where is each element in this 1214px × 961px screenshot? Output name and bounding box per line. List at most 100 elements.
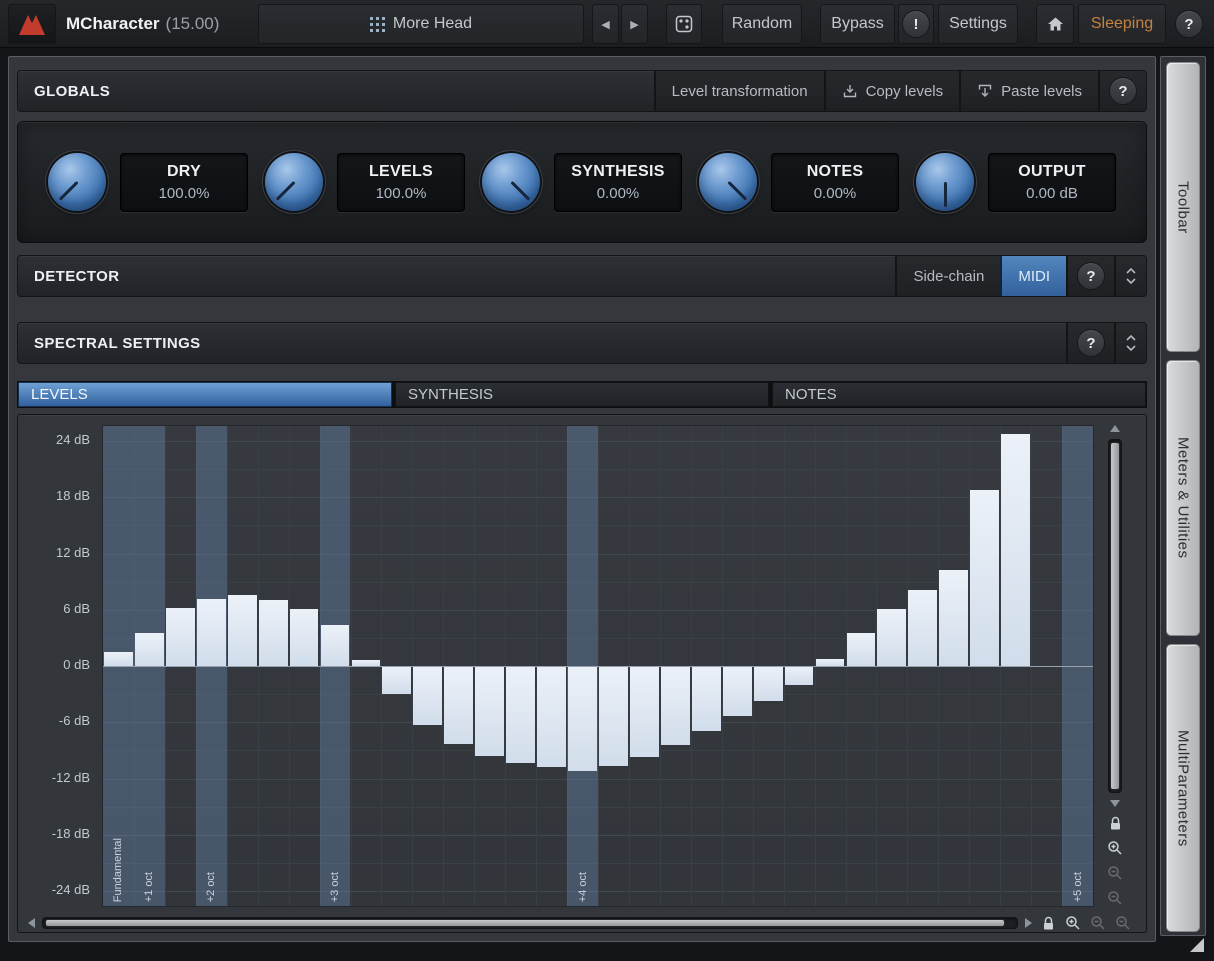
harmonic-bar[interactable] xyxy=(413,666,442,725)
harmonic-bar[interactable] xyxy=(939,570,968,666)
horizontal-zoom-in-icon[interactable] xyxy=(1064,914,1082,932)
dry-display[interactable]: DRY 100.0% xyxy=(120,153,248,212)
level-transformation-button[interactable]: Level transformation xyxy=(654,71,824,111)
vscroll-track[interactable] xyxy=(1108,439,1122,793)
harmonic-bar[interactable] xyxy=(475,666,504,756)
harmonic-bar[interactable] xyxy=(568,666,597,771)
harmonic-bar[interactable] xyxy=(444,666,473,744)
harmonic-bar[interactable] xyxy=(661,666,690,745)
question-icon: ? xyxy=(1077,329,1105,357)
knob-pointer xyxy=(944,182,947,207)
globals-help-button[interactable]: ? xyxy=(1098,71,1146,111)
dice-icon xyxy=(675,15,693,33)
harmonic-bar[interactable] xyxy=(847,633,876,666)
tab-levels[interactable]: LEVELS xyxy=(18,382,392,407)
vertical-zoom-out-icon[interactable] xyxy=(1106,864,1124,882)
output-display[interactable]: OUTPUT 0.00 dB xyxy=(988,153,1116,212)
harmonic-bar[interactable] xyxy=(1001,434,1030,667)
harmonic-bar[interactable] xyxy=(692,666,721,731)
harmonic-bar[interactable] xyxy=(816,659,845,666)
harmonic-bar[interactable] xyxy=(877,609,906,666)
notes-knob[interactable] xyxy=(699,153,757,211)
harmonic-bar[interactable] xyxy=(290,609,319,666)
tab-synthesis[interactable]: SYNTHESIS xyxy=(395,382,769,407)
horizontal-zoom-out-icon[interactable] xyxy=(1089,914,1107,932)
scroll-right-arrow[interactable] xyxy=(1025,918,1032,928)
question-icon: ? xyxy=(1109,77,1137,105)
harmonic-bar[interactable] xyxy=(228,595,257,666)
detector-collapse-button[interactable] xyxy=(1114,256,1146,296)
app-logo-button[interactable] xyxy=(8,4,56,44)
spectral-help-button[interactable]: ? xyxy=(1066,323,1114,363)
resize-handle[interactable] xyxy=(1186,934,1206,954)
chart-plot[interactable]: Fundamental+1 oct+2 oct+3 oct+4 oct+5 oc… xyxy=(102,425,1094,907)
midi-button[interactable]: MIDI xyxy=(1000,256,1066,296)
home-icon xyxy=(1047,16,1064,32)
tab-notes[interactable]: NOTES xyxy=(772,382,1146,407)
scroll-down-arrow[interactable] xyxy=(1110,800,1120,807)
harmonic-bar[interactable] xyxy=(970,490,999,666)
paste-icon xyxy=(977,83,993,99)
spectral-collapse-button[interactable] xyxy=(1114,323,1146,363)
harmonic-bar[interactable] xyxy=(754,666,783,701)
side-chain-button[interactable]: Side-chain xyxy=(895,256,1000,296)
preset-selector-button[interactable]: More Head xyxy=(258,4,584,44)
harmonic-bar[interactable] xyxy=(785,666,814,685)
knob-label: OUTPUT xyxy=(993,163,1111,181)
levels-knob[interactable] xyxy=(265,153,323,211)
harmonic-bar[interactable] xyxy=(908,590,937,666)
harmonic-bar[interactable] xyxy=(135,633,164,666)
random-preset-button[interactable] xyxy=(666,4,702,44)
levels-chart-panel: 24 dB18 dB12 dB6 dB0 dB-6 dB-12 dB-18 dB… xyxy=(17,414,1147,933)
help-button[interactable]: ? xyxy=(1170,4,1208,44)
scroll-left-arrow[interactable] xyxy=(28,918,35,928)
previous-preset-button[interactable]: ◀ xyxy=(592,4,619,44)
alert-button[interactable]: ! xyxy=(898,4,934,44)
harmonic-bar[interactable] xyxy=(259,600,288,666)
paste-levels-button[interactable]: Paste levels xyxy=(959,71,1098,111)
harmonic-bar[interactable] xyxy=(723,666,752,716)
spectral-settings-panel-header: SPECTRAL SETTINGS ? xyxy=(17,322,1147,364)
sidebar-item-toolbar[interactable]: Toolbar xyxy=(1166,62,1200,352)
sleeping-status[interactable]: Sleeping xyxy=(1078,4,1166,44)
bypass-button[interactable]: Bypass xyxy=(820,4,895,44)
synthesis-knob[interactable] xyxy=(482,153,540,211)
harmonic-bar[interactable] xyxy=(104,652,133,666)
harmonic-bar[interactable] xyxy=(506,666,535,763)
settings-button[interactable]: Settings xyxy=(938,4,1018,44)
knob-group-output: OUTPUT 0.00 dB xyxy=(916,153,1116,212)
harmonic-bar[interactable] xyxy=(630,666,659,757)
levels-display[interactable]: LEVELS 100.0% xyxy=(337,153,465,212)
home-button[interactable] xyxy=(1036,4,1074,44)
harmonic-bar[interactable] xyxy=(599,666,628,766)
hscroll-track[interactable] xyxy=(42,917,1018,929)
octave-label: +1 oct xyxy=(143,872,155,902)
knob-pointer xyxy=(275,181,295,201)
output-knob[interactable] xyxy=(916,153,974,211)
harmonic-bar[interactable] xyxy=(166,608,195,666)
scroll-up-arrow[interactable] xyxy=(1110,425,1120,432)
randomize-button[interactable]: Random xyxy=(722,4,802,44)
vertical-zoom-default-icon[interactable] xyxy=(1106,889,1124,907)
vscroll-thumb[interactable] xyxy=(1110,442,1120,790)
copy-levels-button[interactable]: Copy levels xyxy=(824,71,960,111)
vertical-zoom-in-icon[interactable] xyxy=(1106,839,1124,857)
globals-panel-header: GLOBALS Level transformation Copy levels… xyxy=(17,70,1147,112)
detector-help-button[interactable]: ? xyxy=(1066,256,1114,296)
harmonic-bar[interactable] xyxy=(537,666,566,767)
sidebar-item-multiparameters[interactable]: MultiParameters xyxy=(1166,644,1200,932)
harmonic-bar[interactable] xyxy=(382,666,411,694)
synthesis-display[interactable]: SYNTHESIS 0.00% xyxy=(554,153,682,212)
notes-display[interactable]: NOTES 0.00% xyxy=(771,153,899,212)
next-preset-button[interactable]: ▶ xyxy=(621,4,648,44)
horizontal-lock-icon[interactable] xyxy=(1039,914,1057,932)
knob-pointer xyxy=(727,181,747,201)
vertical-lock-icon[interactable] xyxy=(1106,814,1124,832)
horizontal-zoom-default-icon[interactable] xyxy=(1114,914,1132,932)
harmonic-bar[interactable] xyxy=(197,599,226,667)
hscroll-thumb[interactable] xyxy=(45,919,1005,927)
harmonic-bar[interactable] xyxy=(321,625,350,666)
dry-knob[interactable] xyxy=(48,153,106,211)
sidebar-item-meters-utilities[interactable]: Meters & Utilities xyxy=(1166,360,1200,636)
y-axis-label: 18 dB xyxy=(56,488,90,503)
